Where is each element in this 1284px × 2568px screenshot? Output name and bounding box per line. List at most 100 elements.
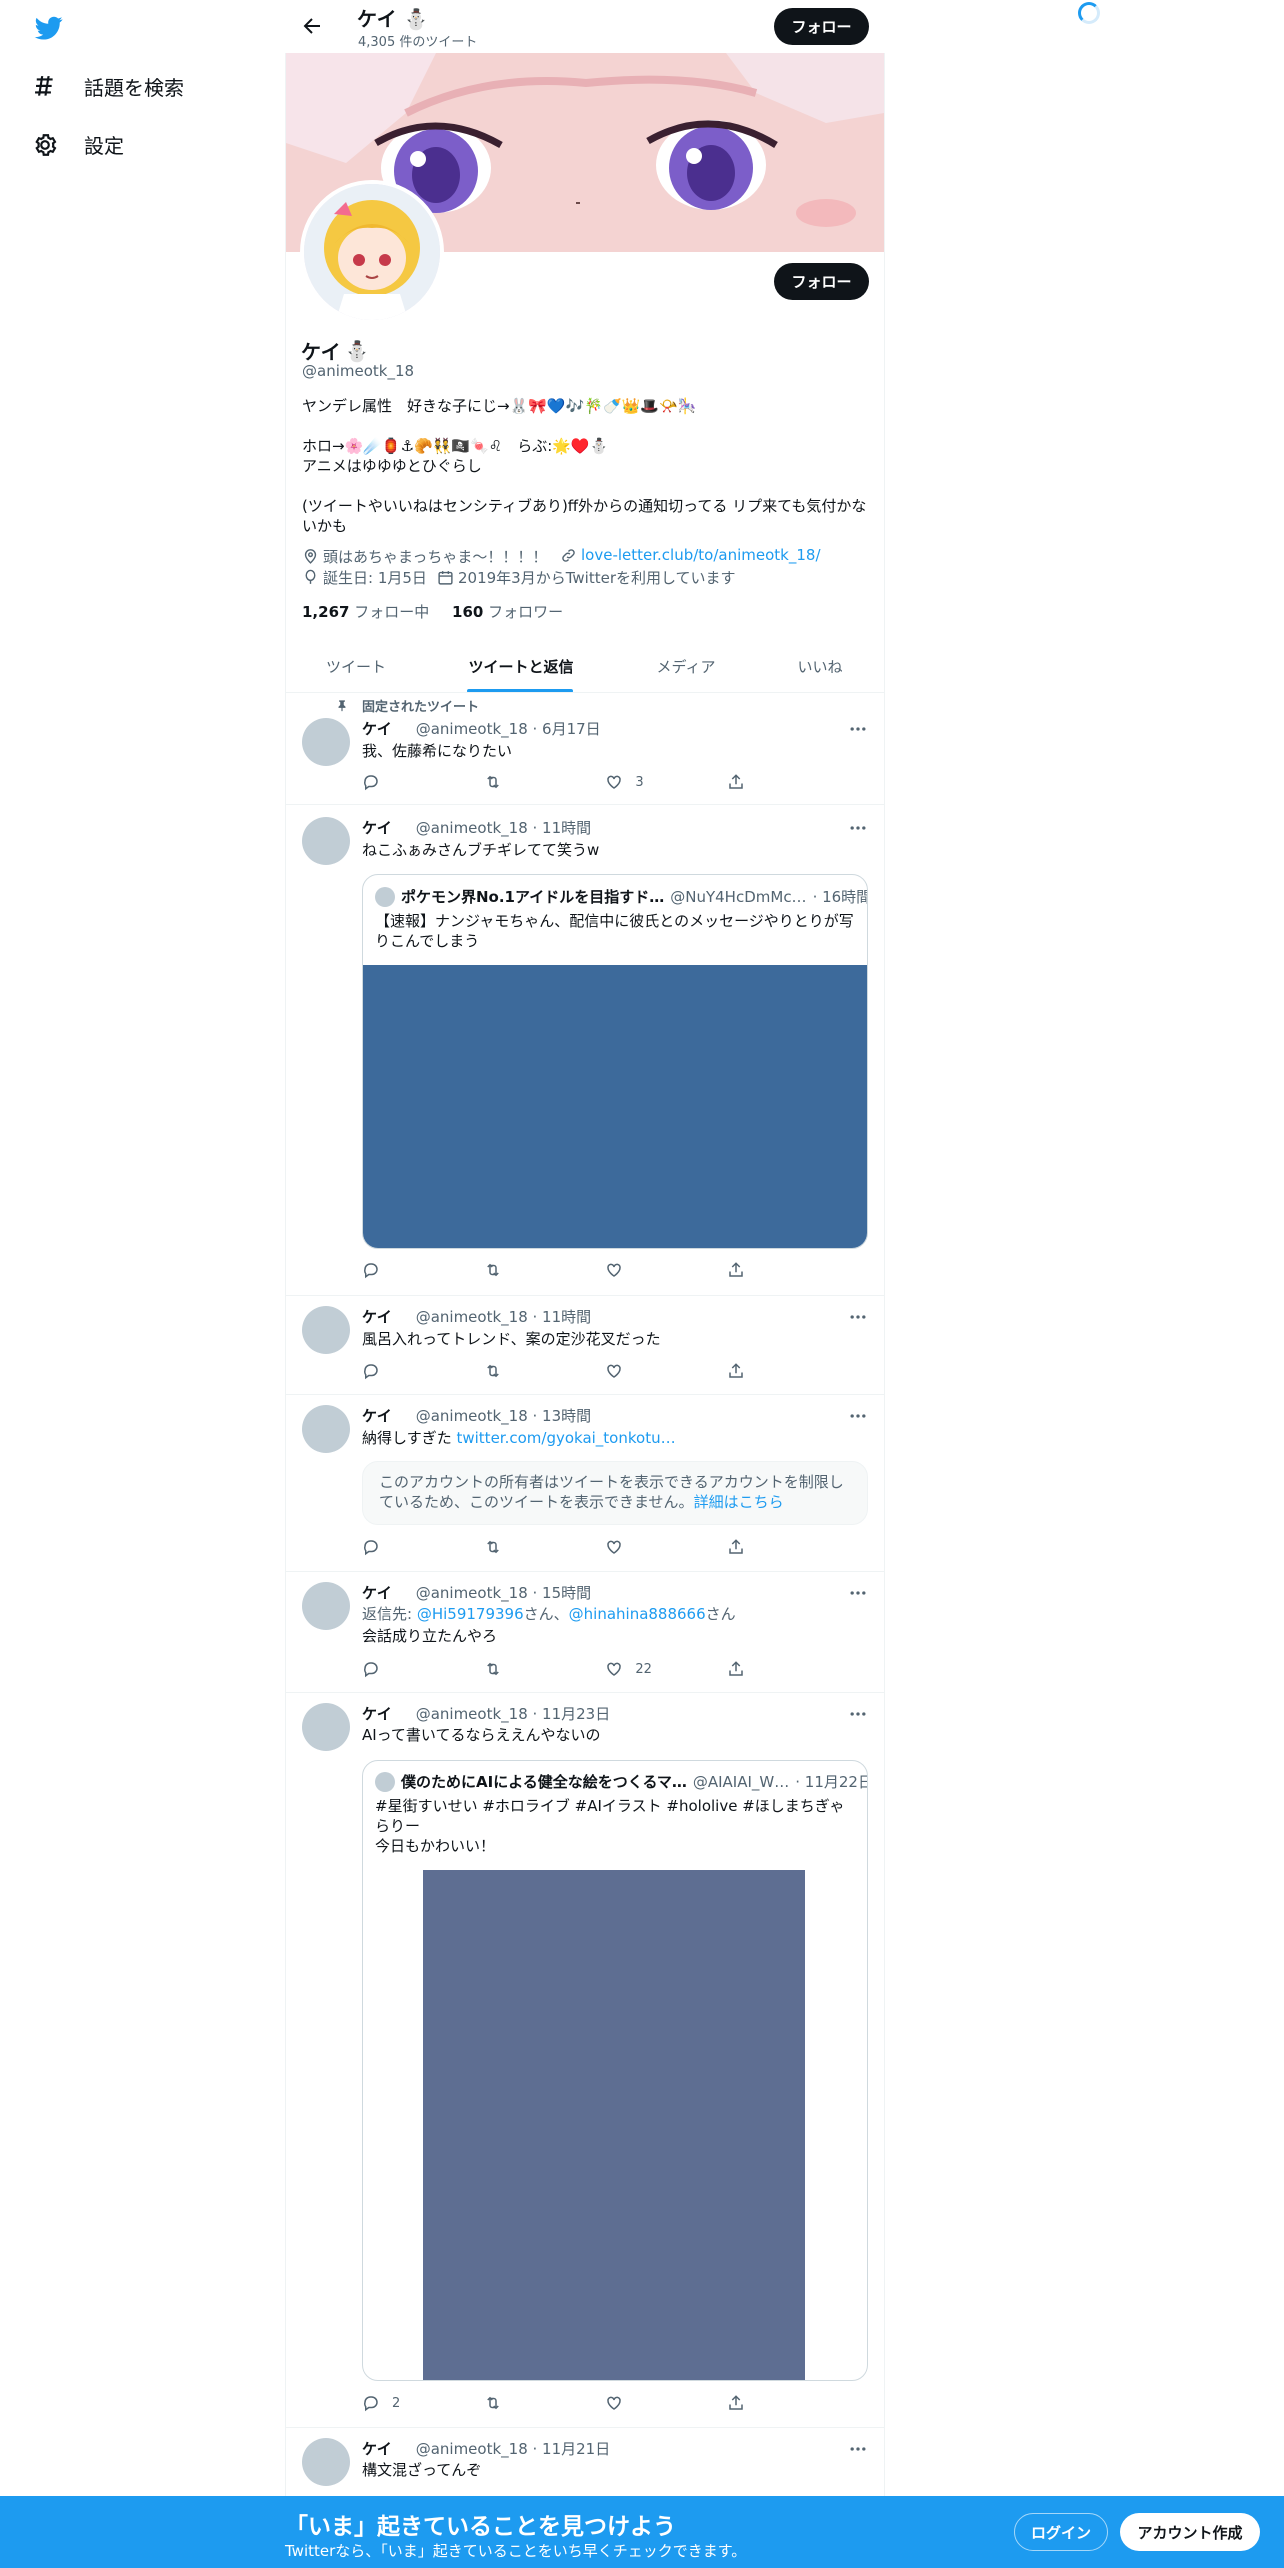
reply-icon xyxy=(364,1263,378,1279)
more-icon[interactable] xyxy=(848,1406,868,1426)
like-button[interactable] xyxy=(605,2394,665,2412)
more-icon[interactable] xyxy=(848,1704,868,1724)
profile-url[interactable]: love-letter.club/to/animeotk_18/ xyxy=(560,546,821,564)
tweet-avatar[interactable] xyxy=(302,718,350,766)
tweet-header: ケイ @animeotk_18 · 15時間 xyxy=(362,1584,592,1602)
signup-button[interactable]: アカウント作成 xyxy=(1120,2513,1260,2551)
more-icon[interactable] xyxy=(848,818,868,838)
share-button[interactable] xyxy=(727,1538,787,1556)
tweet-text: 会話成り立たんやろ xyxy=(362,1627,498,1645)
snowman-emoji-icon: ⛄ xyxy=(403,7,429,31)
heart-icon xyxy=(607,1540,622,1554)
tweet-avatar[interactable] xyxy=(302,817,350,865)
pinned-label: 固定されたツイート xyxy=(362,700,480,715)
reply-button[interactable] xyxy=(362,1660,422,1678)
tweet-avatar[interactable] xyxy=(302,1306,350,1354)
profile-follow-button[interactable]: フォロー xyxy=(774,263,869,300)
profile-birthday: 誕生日: 1月5日 xyxy=(302,567,427,588)
reply-user-link[interactable]: @Hi59179396 xyxy=(417,1605,524,1623)
quote-tweet-card[interactable]: ポケモン界No.1アイドルを目指すド… @NuY4HcDmMc… · 16時間 【速… xyxy=(362,874,868,1249)
retweet-icon xyxy=(486,1540,499,1554)
tweet-actions xyxy=(362,1362,787,1380)
share-icon xyxy=(729,1262,743,1277)
tweet-divider xyxy=(286,804,884,805)
reply-button[interactable] xyxy=(362,1538,422,1556)
retweet-icon xyxy=(486,1263,499,1277)
tweet-avatar[interactable] xyxy=(302,1703,350,1751)
quote-media-image[interactable] xyxy=(363,965,867,1248)
quote-tweet-card[interactable]: 僕のためにAIによる健全な絵をつくるマ… @AIAIAI_W… · 11月22日 #… xyxy=(362,1760,868,2381)
reply-icon xyxy=(364,1662,378,1678)
profile-avatar[interactable] xyxy=(300,180,444,324)
following-link[interactable]: 1,267 フォロー中 xyxy=(302,603,429,621)
share-button[interactable] xyxy=(727,1362,787,1380)
nav-explore[interactable]: 話題を検索 xyxy=(32,72,184,101)
login-button[interactable]: ログイン xyxy=(1014,2513,1108,2551)
retweet-button[interactable] xyxy=(484,1538,544,1556)
details-link[interactable]: 詳細はこちら xyxy=(694,1493,784,1511)
signup-banner-subtitle: Twitterなら、「いま」起きていることをいち早くチェックできます。 xyxy=(285,2542,747,2560)
tab-tweets-and-replies[interactable]: ツイートと返信 xyxy=(426,640,616,693)
retweet-button[interactable] xyxy=(484,1261,544,1279)
header-tweet-count: 4,305 件のツイート xyxy=(358,35,478,50)
like-button[interactable]: 22 xyxy=(605,1660,665,1678)
retweet-button[interactable] xyxy=(484,1660,544,1678)
share-button[interactable] xyxy=(727,773,787,791)
nav-settings-label: 設定 xyxy=(84,134,124,158)
more-icon[interactable] xyxy=(848,1583,868,1603)
tab-media[interactable]: メディア xyxy=(616,640,756,693)
share-button[interactable] xyxy=(727,2394,787,2412)
tweet-header: ケイ @animeotk_18 · 13時間 xyxy=(362,1407,592,1425)
bio-line: ホロ→🌸☄️🏮⚓🥐👯🏴‍☠️🍬♌ らぶ:🌟♥️⛄ xyxy=(302,437,609,455)
like-button[interactable] xyxy=(605,1538,665,1556)
quote-media-image[interactable] xyxy=(423,1870,805,2380)
balloon-icon xyxy=(305,569,316,584)
more-icon[interactable] xyxy=(848,719,868,739)
share-icon xyxy=(729,774,743,789)
bio-line: (ツイートやいいねはセンシティブあり)ff外からの通知切ってる リプ来ても気付か… xyxy=(302,497,867,535)
share-icon xyxy=(729,2395,743,2410)
header-follow-button[interactable]: フォロー xyxy=(774,8,869,45)
followers-link[interactable]: 160 フォロワー xyxy=(452,603,563,621)
tweet-text: 納得しすぎた twitter.com/gyokai_tonkotu… xyxy=(362,1429,676,1447)
retweet-button[interactable] xyxy=(484,773,544,791)
reply-button[interactable] xyxy=(362,1362,422,1380)
more-icon[interactable] xyxy=(848,2439,868,2459)
profile-name: ケイ ⛄ xyxy=(301,338,370,365)
share-icon xyxy=(729,1539,743,1554)
heart-icon xyxy=(607,1662,622,1676)
tab-tweets[interactable]: ツイート xyxy=(286,640,426,693)
tweet-avatar[interactable] xyxy=(302,1582,350,1630)
tweet-text: 構文混ざってんぞ xyxy=(362,2461,482,2479)
tweet-avatar[interactable] xyxy=(302,1405,350,1453)
nav-settings[interactable]: 設定 xyxy=(32,130,124,159)
reply-button[interactable] xyxy=(362,1261,422,1279)
reply-to-line: 返信先: @Hi59179396さん、@hinahina888666さん xyxy=(362,1605,736,1623)
reply-user-link[interactable]: @hinahina888666 xyxy=(569,1605,706,1623)
more-icon[interactable] xyxy=(848,1307,868,1327)
like-button[interactable]: 3 xyxy=(605,773,665,791)
quote-avatar xyxy=(375,886,395,907)
follow-counts: 1,267 フォロー中 160 フォロワー xyxy=(302,601,563,622)
tab-likes[interactable]: いいね xyxy=(756,640,884,693)
tweet-actions: 22 xyxy=(362,1660,787,1678)
retweet-button[interactable] xyxy=(484,1362,544,1380)
share-button[interactable] xyxy=(727,1660,787,1678)
reply-button[interactable] xyxy=(362,773,422,791)
loading-spinner-icon xyxy=(1078,2,1100,24)
tweet-avatar[interactable] xyxy=(302,2438,350,2486)
header-name: ケイ ⛄ xyxy=(357,7,429,31)
heart-icon xyxy=(607,1263,622,1277)
pin-icon xyxy=(335,697,349,712)
retweet-icon xyxy=(486,2396,499,2410)
twitter-logo-icon[interactable] xyxy=(32,14,66,42)
tweet-header: ケイ @animeotk_18 · 11月21日 xyxy=(362,2440,611,2458)
tweet-header: ケイ @animeotk_18 · 11時間 xyxy=(362,819,592,837)
tweet-link[interactable]: twitter.com/gyokai_tonkotu… xyxy=(456,1429,675,1447)
retweet-button[interactable] xyxy=(484,2394,544,2412)
like-button[interactable] xyxy=(605,1261,665,1279)
share-button[interactable] xyxy=(727,1261,787,1279)
like-button[interactable] xyxy=(605,1362,665,1380)
back-arrow-icon[interactable] xyxy=(300,14,324,38)
reply-button[interactable]: 2 xyxy=(362,2394,422,2412)
